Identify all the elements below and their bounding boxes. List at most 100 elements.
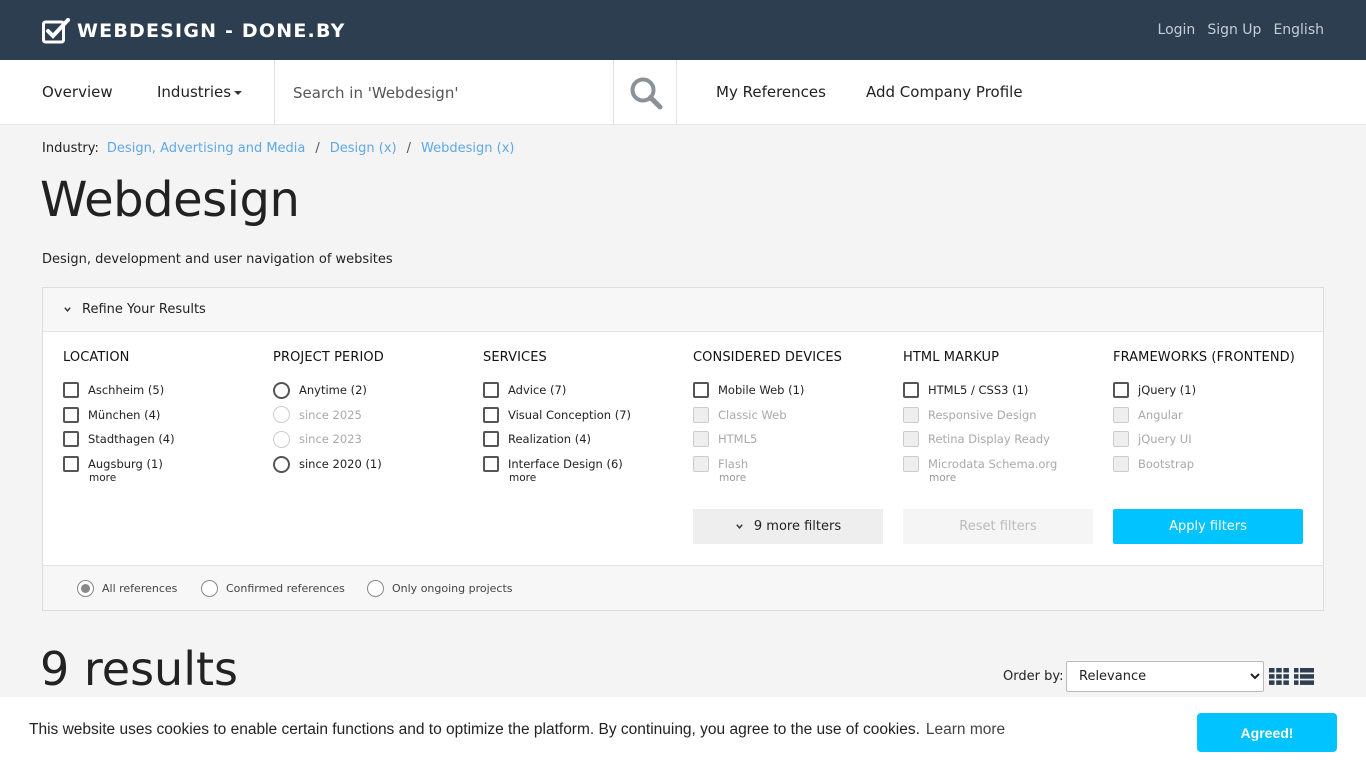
- checkbox: [903, 456, 919, 473]
- reference-option-ongoing[interactable]: Only ongoing projects: [367, 580, 513, 597]
- more-filters-button[interactable]: 9 more filters: [693, 509, 883, 544]
- reference-option-label: All references: [102, 582, 178, 595]
- reference-option-all[interactable]: All references: [77, 580, 177, 597]
- filter-option-label: Retina Display Ready: [928, 432, 1050, 447]
- signup-link[interactable]: Sign Up: [1207, 22, 1261, 38]
- page-title: Webdesign: [40, 172, 300, 228]
- order-by-select[interactable]: Relevance: [1066, 661, 1264, 692]
- filter-option[interactable]: jQuery (1): [1113, 378, 1313, 403]
- checkbox[interactable]: [693, 382, 709, 399]
- filter-column: CONSIDERED DEVICES Mobile Web (1) Classic …: [693, 350, 893, 484]
- show-more-link[interactable]: more: [89, 472, 263, 484]
- filter-column-title: PROJECT PERIOD: [273, 350, 384, 365]
- list-view-icon[interactable]: [1294, 668, 1314, 685]
- filter-option-label: Interface Design (6): [508, 457, 623, 472]
- checkbox: [693, 431, 709, 448]
- learn-more-link[interactable]: Learn more: [926, 721, 1005, 738]
- main-nav: Overview Industries My References Add Co…: [0, 60, 1366, 125]
- filter-option-label: Aschheim (5): [88, 383, 165, 398]
- breadcrumb-label: Industry:: [42, 141, 99, 156]
- filter-option[interactable]: Aschheim (5): [63, 378, 263, 403]
- show-more-link[interactable]: more: [929, 472, 1103, 484]
- reset-filters-button[interactable]: Reset filters: [903, 509, 1093, 544]
- filter-option-label: Realization (4): [508, 432, 592, 447]
- filter-option[interactable]: Anytime (2): [273, 378, 473, 403]
- breadcrumb-item[interactable]: Design, Advertising and Media: [107, 141, 305, 156]
- filter-option: Bootstrap: [1113, 452, 1313, 477]
- filter-option-label: Classic Web: [718, 407, 787, 422]
- nav-industries[interactable]: Industries: [157, 83, 243, 101]
- filter-option[interactable]: München (4): [63, 403, 263, 428]
- filter-option[interactable]: Mobile Web (1): [693, 378, 893, 403]
- reference-option-confirmed[interactable]: Confirmed references: [201, 580, 345, 597]
- agree-button[interactable]: Agreed!: [1197, 713, 1337, 752]
- checkbox[interactable]: [483, 406, 499, 423]
- filter-option[interactable]: since 2020 (1): [273, 452, 473, 477]
- filter-option[interactable]: Visual Conception (7): [483, 403, 683, 428]
- filter-option-label: jQuery (1): [1138, 383, 1197, 398]
- checkbox[interactable]: [903, 382, 919, 399]
- language-link[interactable]: English: [1273, 22, 1324, 38]
- checkbox: [693, 406, 709, 423]
- nav-add-company[interactable]: Add Company Profile: [866, 83, 1023, 101]
- brand-name: WEBDESIGN - DONE.BY: [77, 20, 346, 42]
- search-button[interactable]: [614, 60, 677, 125]
- filter-option: Classic Web: [693, 403, 893, 428]
- checkbox-check-icon: [42, 18, 70, 44]
- filter-option: Retina Display Ready: [903, 427, 1103, 452]
- filter-column-title: HTML MARKUP: [903, 350, 1000, 365]
- nav-industries-label: Industries: [157, 83, 232, 101]
- filter-option-label: Advice (7): [508, 383, 567, 398]
- nav-my-references[interactable]: My References: [716, 83, 826, 101]
- checkbox[interactable]: [483, 431, 499, 448]
- reference-option-label: Only ongoing projects: [392, 582, 513, 595]
- radio[interactable]: [273, 381, 290, 399]
- filter-option: since 2023: [273, 427, 473, 452]
- filter-option-label: Bootstrap: [1138, 457, 1195, 472]
- breadcrumb: Industry: Design, Advertising and Media …: [42, 141, 514, 156]
- more-filters-label: 9 more filters: [753, 519, 842, 534]
- filter-option-label: Anytime (2): [299, 383, 367, 398]
- checkbox: [903, 431, 919, 448]
- show-more-link[interactable]: more: [509, 472, 683, 484]
- site-logo[interactable]: WEBDESIGN - DONE.BY: [42, 18, 346, 44]
- grid-view-icon[interactable]: [1269, 668, 1289, 685]
- breadcrumb-item[interactable]: Webdesign (x): [421, 141, 514, 156]
- nav-overview[interactable]: Overview: [42, 83, 113, 101]
- checkbox[interactable]: [63, 456, 79, 473]
- filter-column: FRAMEWORKS (FRONTEND) jQuery (1) Angular jQ…: [1113, 350, 1313, 476]
- filter-option-label: Visual Conception (7): [508, 407, 632, 422]
- checkbox[interactable]: [63, 382, 79, 399]
- checkbox[interactable]: [483, 382, 499, 399]
- checkbox: [903, 406, 919, 423]
- filter-option[interactable]: Advice (7): [483, 378, 683, 403]
- filter-option[interactable]: Stadthagen (4): [63, 427, 263, 452]
- apply-filters-button[interactable]: Apply filters: [1113, 509, 1303, 544]
- checkbox[interactable]: [63, 431, 79, 448]
- checkbox[interactable]: [63, 406, 79, 423]
- filter-option-label: Mobile Web (1): [718, 383, 805, 398]
- filter-option[interactable]: Realization (4): [483, 427, 683, 452]
- filter-option-label: Augsburg (1): [88, 457, 163, 472]
- radio[interactable]: [273, 455, 290, 473]
- filter-option-label: since 2020 (1): [299, 457, 382, 472]
- cookie-message: This website uses cookies to enable cert…: [29, 721, 1005, 739]
- checkbox[interactable]: [1113, 382, 1129, 399]
- filter-option-label: HTML5 / CSS3 (1): [928, 383, 1029, 398]
- refine-toggle[interactable]: Refine Your Results: [43, 288, 1323, 332]
- filter-option-label: since 2023: [299, 432, 362, 447]
- filter-option[interactable]: HTML5 / CSS3 (1): [903, 378, 1103, 403]
- top-links: Login Sign Up English: [1158, 22, 1324, 38]
- breadcrumb-separator: /: [315, 141, 320, 156]
- radio: [201, 580, 218, 597]
- breadcrumb-item[interactable]: Design (x): [330, 141, 397, 156]
- reference-filter: All references Confirmed references Only…: [43, 565, 1323, 610]
- checkbox[interactable]: [483, 456, 499, 473]
- checkbox: [1113, 406, 1129, 423]
- search-input[interactable]: [275, 60, 613, 125]
- login-link[interactable]: Login: [1158, 22, 1196, 38]
- show-more-link[interactable]: more: [719, 472, 893, 484]
- cookie-banner: This website uses cookies to enable cert…: [0, 697, 1366, 768]
- filter-option: Angular: [1113, 403, 1313, 428]
- filter-option-label: Microdata Schema.org: [928, 457, 1058, 472]
